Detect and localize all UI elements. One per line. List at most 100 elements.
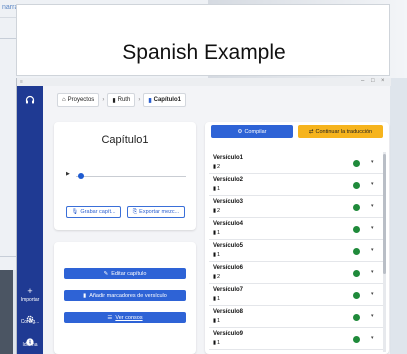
list-item[interactable]: Versículo8 ▮ 1 ▾ (209, 306, 385, 328)
home-icon: ⌂ (62, 97, 66, 103)
list-item[interactable]: Versículo9 ▮ 1 ▾ (209, 328, 385, 350)
verse-list-scrollbar[interactable] (383, 152, 386, 352)
verse-name: Versículo1 (213, 155, 244, 161)
chevron-down-icon[interactable]: ▾ (371, 313, 374, 319)
sidebar-item-config[interactable]: Config... (17, 319, 43, 325)
verse-takes: ▮ 1 (213, 318, 220, 324)
list-item[interactable]: Versículo2 ▮ 1 ▾ (209, 174, 385, 196)
status-badge (353, 248, 360, 255)
add-verse-markers-label: Añadir marcadores de versículo (89, 292, 167, 299)
compile-button[interactable]: ⚙ Compilar (211, 125, 293, 138)
chevron-down-icon[interactable]: ▾ (371, 335, 374, 341)
takes-icon: ▮ (213, 274, 217, 280)
breadcrumb-projects[interactable]: ⌂ Proyectos (57, 93, 100, 107)
window-titlebar: ≡ – □ × (17, 78, 391, 86)
microphone-icon: 🎙 (71, 209, 79, 215)
verse-takes: ▮ 1 (213, 252, 220, 258)
record-chapter-button[interactable]: 🎙 Grabar capít... (66, 206, 121, 218)
pencil-icon: ✎ (103, 270, 109, 277)
verses-card: ⚙ Compilar ⇄ Continuar la traducción Ver… (205, 122, 389, 354)
verse-takes: ▮ 1 (213, 296, 220, 302)
bookmark-icon: ▮ (83, 292, 87, 299)
status-badge (353, 270, 360, 277)
list-item[interactable]: Versículo5 ▮ 1 ▾ (209, 240, 385, 262)
book-icon: ▮ (112, 97, 116, 104)
scrollbar-thumb[interactable] (383, 154, 386, 274)
view-takes-label: Ver consos (115, 314, 143, 321)
list-item[interactable]: Versículo1 ▮ 2 ▾ (209, 152, 385, 174)
takes-count: 1 (217, 186, 221, 192)
chapter-title: Capítulo1 (101, 134, 149, 146)
compile-icon: ⚙ (237, 128, 243, 135)
takes-count: 2 (217, 274, 221, 280)
audio-progress-track[interactable] (76, 176, 186, 177)
breadcrumb: ⌂ Proyectos › ▮ Ruth › ▮ Capítulo1 (57, 93, 186, 107)
translate-icon: ⇄ (308, 128, 314, 135)
breadcrumb-book[interactable]: ▮ Ruth (107, 93, 136, 107)
play-icon[interactable]: ▶ (66, 171, 70, 177)
verse-name: Versículo8 (213, 309, 244, 315)
record-chapter-label: Grabar capít... (80, 209, 116, 215)
takes-count: 1 (217, 318, 221, 324)
list-icon: ☰ (107, 314, 113, 321)
window-menu-icon[interactable]: ≡ (20, 79, 23, 85)
chapter-card: Capítulo1 ▶ 🎙 Grabar capít... ⎘ Exportar… (54, 122, 196, 230)
chevron-down-icon[interactable]: ▾ (371, 225, 374, 231)
status-badge (353, 182, 360, 189)
takes-count: 1 (217, 252, 221, 258)
add-verse-markers-button[interactable]: ▮ Añadir marcadores de versículo (64, 290, 186, 301)
status-badge (353, 160, 360, 167)
verse-name: Versículo9 (213, 331, 244, 337)
verse-takes: ▮ 2 (213, 274, 220, 280)
chevron-down-icon[interactable]: ▾ (371, 159, 374, 165)
minimize-button[interactable]: – (361, 78, 364, 84)
chevron-down-icon[interactable]: ▾ (371, 181, 374, 187)
verse-list: Versículo1 ▮ 2 ▾ Versículo2 ▮ 1 ▾ Versícul… (209, 152, 385, 352)
plus-icon[interactable]: + (17, 286, 43, 296)
takes-icon: ▮ (213, 318, 217, 324)
chevron-down-icon[interactable]: ▾ (371, 203, 374, 209)
audio-progress-handle[interactable] (78, 173, 84, 179)
list-item[interactable]: Versículo7 ▮ 1 ▾ (209, 284, 385, 306)
document-icon: ▮ (148, 97, 152, 104)
view-takes-button[interactable]: ☰ Ver consos (64, 312, 186, 323)
close-button[interactable]: × (381, 78, 385, 84)
app-window: ≡ – □ × + Importar Config... Idioma ⌂ Pr… (16, 78, 391, 354)
sidebar-item-language[interactable]: Idioma (17, 342, 43, 348)
export-mix-button[interactable]: ⎘ Exportar mezc... (127, 206, 185, 218)
sidebar-item-import[interactable]: Importar (17, 297, 43, 303)
breadcrumb-separator: › (138, 97, 141, 103)
takes-icon: ▮ (213, 164, 217, 170)
list-item[interactable]: Versículo3 ▮ 2 ▾ (209, 196, 385, 218)
edit-chapter-button[interactable]: ✎ Editar capítulo (64, 268, 186, 279)
verse-takes: ▮ 1 (213, 340, 220, 346)
takes-count: 2 (217, 164, 221, 170)
chevron-down-icon[interactable]: ▾ (371, 269, 374, 275)
takes-count: 1 (217, 296, 221, 302)
takes-count: 1 (217, 230, 221, 236)
chevron-down-icon[interactable]: ▾ (371, 247, 374, 253)
verse-name: Versículo6 (213, 265, 244, 271)
export-icon: ⎘ (132, 208, 138, 215)
page-title: Spanish Example (122, 41, 286, 64)
status-badge (353, 292, 360, 299)
verse-name: Versículo4 (213, 221, 244, 227)
continue-translation-button[interactable]: ⇄ Continuar la traducción (298, 125, 383, 138)
breadcrumb-chapter[interactable]: ▮ Capítulo1 (143, 93, 186, 107)
maximize-button[interactable]: □ (371, 78, 375, 84)
headphones-icon[interactable] (17, 92, 43, 110)
chevron-down-icon[interactable]: ▾ (371, 291, 374, 297)
list-item[interactable]: Versículo6 ▮ 2 ▾ (209, 262, 385, 284)
breadcrumb-separator: › (102, 97, 105, 103)
verse-name: Versículo5 (213, 243, 244, 249)
title-card: Spanish Example (16, 4, 390, 76)
takes-icon: ▮ (213, 252, 217, 258)
verse-name: Versículo7 (213, 287, 244, 293)
takes-icon: ▮ (213, 186, 217, 192)
verse-takes: ▮ 1 (213, 230, 220, 236)
edit-chapter-label: Editar capítulo (111, 270, 147, 277)
compile-label: Compilar (244, 128, 267, 135)
list-item[interactable]: Versículo4 ▮ 1 ▾ (209, 218, 385, 240)
export-mix-label: Exportar mezc... (139, 209, 180, 215)
takes-icon: ▮ (213, 230, 217, 236)
